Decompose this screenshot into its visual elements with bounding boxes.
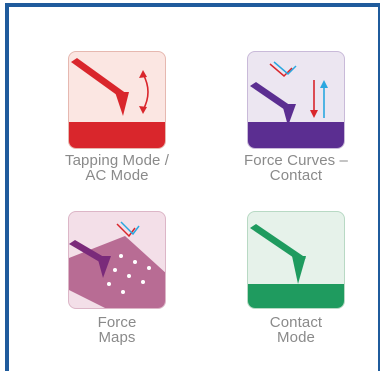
contact-mode-tile[interactable] [247, 211, 345, 309]
tapping-mode-label: Tapping Mode / AC Mode [65, 152, 169, 184]
contact-mode-label: Contact Mode [269, 314, 323, 346]
panel-frame: Tapping Mode / AC Mode Force Curves – Co… [5, 3, 380, 371]
force-curves-tile[interactable] [247, 51, 345, 149]
force-maps-label: Force Maps [97, 314, 137, 346]
force-curves-label: Force Curves – Contact [244, 152, 348, 184]
tapping-mode-tile[interactable] [68, 51, 166, 149]
force-maps-cantilever-icon [69, 221, 165, 308]
force-maps-tile[interactable] [68, 211, 166, 309]
force-curves-cantilever-icon [248, 61, 344, 148]
tapping-mode-cantilever-icon [69, 58, 165, 148]
contact-mode-cantilever-icon [248, 224, 344, 308]
